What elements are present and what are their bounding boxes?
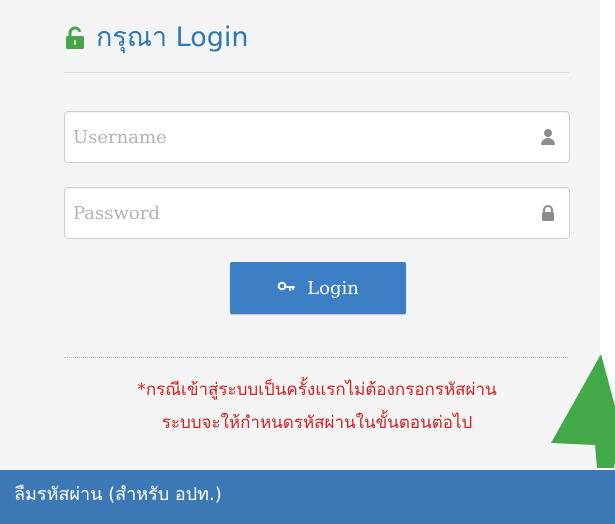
password-input[interactable] <box>65 188 569 238</box>
page-title: กรุณา Login <box>64 24 248 51</box>
section-divider <box>64 357 568 358</box>
login-page: กรุณา Login Username Login *กรณีเข้าสู่ร… <box>0 0 615 524</box>
key-icon <box>277 280 297 296</box>
login-button[interactable]: Login <box>230 262 406 314</box>
username-input[interactable] <box>65 112 569 162</box>
lock-icon <box>539 204 557 222</box>
login-panel: กรุณา Login Username Login *กรณีเข้าสู่ร… <box>0 0 600 470</box>
password-field[interactable] <box>64 187 570 239</box>
title-divider <box>64 72 569 73</box>
unlock-icon <box>64 25 86 50</box>
notice-line-1: *กรณีเข้าสู่ระบบเป็นครั้งแรกไม่ต้องกรอกร… <box>137 380 497 400</box>
user-icon <box>539 128 557 146</box>
username-field[interactable] <box>64 111 570 163</box>
title-text: กรุณา Login <box>96 22 249 53</box>
first-login-notice: *กรณีเข้าสู่ระบบเป็นครั้งแรกไม่ต้องกรอกร… <box>64 374 570 440</box>
forgot-password-link[interactable]: ลืมรหัสผ่าน (สำหรับ อปท.) <box>14 486 222 504</box>
notice-line-2: ระบบจะให้กำหนดรหัสผ่านในขั้นตอนต่อไป <box>161 413 473 433</box>
forgot-password-bar: ลืมรหัสผ่าน (สำหรับ อปท.) <box>0 470 615 524</box>
login-button-label: Login <box>307 277 359 299</box>
